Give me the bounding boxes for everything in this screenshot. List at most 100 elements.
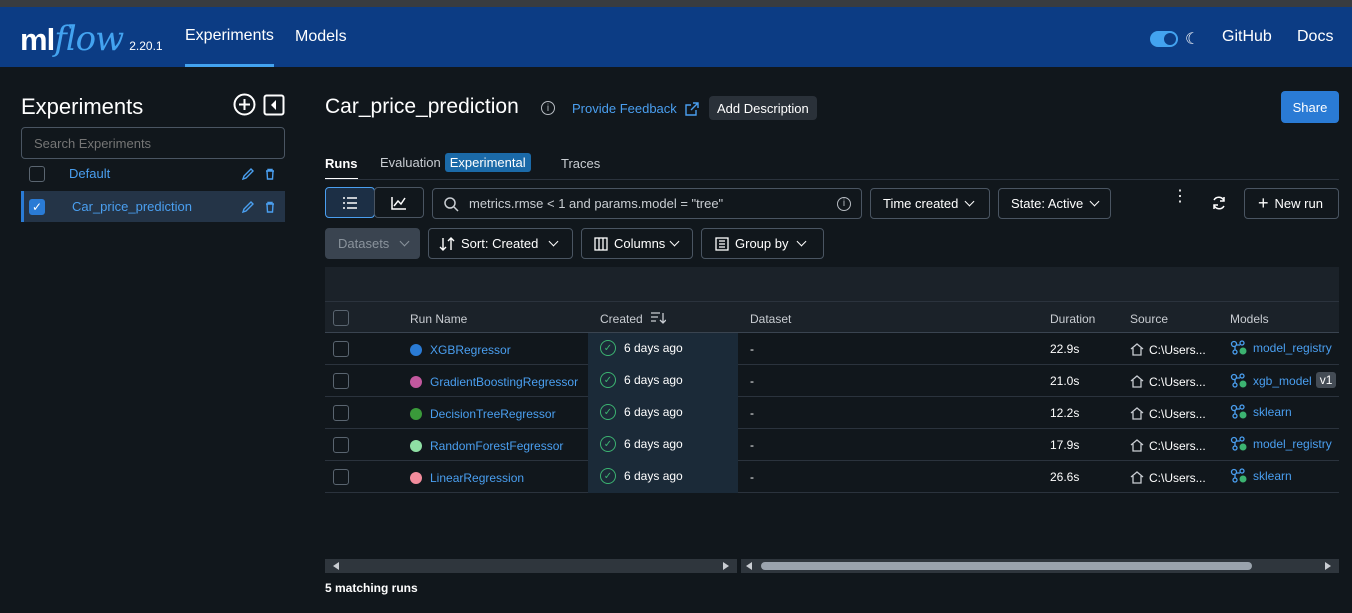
datasets-dropdown[interactable]: Datasets — [325, 228, 420, 259]
run-name-cell[interactable]: LinearRegression — [410, 470, 524, 485]
experiment-name[interactable]: Car_price_prediction — [72, 199, 241, 214]
row-checkbox[interactable] — [333, 437, 349, 453]
new-run-button[interactable]: + New run — [1244, 188, 1339, 219]
delete-trash-icon[interactable] — [263, 167, 277, 181]
table-row[interactable]: XGBRegressor ✓ 6 days ago - 22.9s C:\Users...… — [325, 333, 1339, 365]
scroll-left-arrow[interactable] — [746, 562, 752, 570]
sort-dropdown[interactable]: Sort: Created — [428, 228, 573, 259]
run-name-link[interactable]: DecisionTreeRegressor — [430, 407, 556, 421]
col-dataset[interactable]: Dataset — [750, 312, 791, 326]
table-view-button[interactable] — [325, 187, 375, 218]
model-link[interactable]: model_registry — [1253, 341, 1332, 355]
source-cell[interactable]: C:\Users... — [1130, 470, 1206, 485]
time-created-dropdown[interactable]: Time created — [870, 188, 990, 219]
feedback-label: Provide Feedback — [572, 101, 677, 116]
col-source[interactable]: Source — [1130, 312, 1168, 326]
run-search-input[interactable]: metrics.rmse < 1 and params.model = "tre… — [432, 188, 862, 219]
row-checkbox[interactable] — [333, 405, 349, 421]
state-dropdown[interactable]: State: Active — [998, 188, 1111, 219]
github-link[interactable]: GitHub — [1222, 7, 1272, 67]
col-created[interactable]: Created — [600, 312, 643, 326]
add-description-button[interactable]: Add Description — [709, 96, 817, 120]
info-icon[interactable]: i — [541, 101, 555, 115]
run-name-cell[interactable]: DecisionTreeRegressor — [410, 406, 556, 421]
models-cell[interactable]: xgb_model v1 — [1230, 372, 1337, 389]
group-by-icon — [715, 236, 729, 251]
run-name-link[interactable]: GradientBoostingRegressor — [430, 375, 578, 389]
delete-trash-icon[interactable] — [263, 200, 277, 214]
row-checkbox[interactable] — [333, 373, 349, 389]
table-row[interactable]: LinearRegression ✓ 6 days ago - 26.6s C:\User… — [325, 461, 1339, 493]
scroll-right-arrow[interactable] — [1325, 562, 1331, 570]
experiment-item-default[interactable]: Default — [21, 158, 285, 189]
mlflow-logo[interactable]: ml flow 2.20.1 — [20, 19, 163, 59]
table-row[interactable]: GradientBoostingRegressor ✓ 6 days ago - 21.… — [325, 365, 1339, 397]
source-cell[interactable]: C:\Users... — [1130, 438, 1206, 453]
models-cell[interactable]: model_registry — [1230, 340, 1332, 356]
model-link[interactable]: xgb_model — [1253, 374, 1312, 388]
add-experiment-icon[interactable] — [233, 93, 256, 116]
chevron-down-icon — [797, 236, 807, 247]
group-by-dropdown[interactable]: Group by — [701, 228, 824, 259]
run-name-cell[interactable]: GradientBoostingRegressor — [410, 374, 578, 389]
edit-pencil-icon[interactable] — [241, 167, 255, 181]
refresh-icon[interactable] — [1211, 195, 1227, 214]
models-cell[interactable]: sklearn — [1230, 468, 1292, 484]
run-name-link[interactable]: LinearRegression — [430, 471, 524, 485]
provide-feedback-link[interactable]: Provide Feedback — [572, 101, 699, 116]
model-link[interactable]: sklearn — [1253, 405, 1292, 419]
docs-link[interactable]: Docs — [1297, 7, 1333, 67]
run-name-cell[interactable]: RandomForestFegressor — [410, 438, 563, 453]
columns-dropdown[interactable]: Columns — [581, 228, 693, 259]
scroll-right-arrow[interactable] — [723, 562, 729, 570]
col-duration[interactable]: Duration — [1050, 312, 1095, 326]
model-link[interactable]: model_registry — [1253, 437, 1332, 451]
col-models[interactable]: Models — [1230, 312, 1269, 326]
search-experiments-input[interactable] — [21, 127, 285, 159]
model-link[interactable]: sklearn — [1253, 469, 1292, 483]
search-info-icon[interactable]: i — [837, 196, 851, 211]
chart-view-button[interactable] — [374, 187, 424, 218]
run-name-link[interactable]: XGBRegressor — [430, 343, 511, 357]
sort-desc-icon[interactable] — [650, 311, 666, 325]
run-name-link[interactable]: RandomForestFegressor — [430, 439, 563, 453]
nav-models[interactable]: Models — [295, 7, 347, 67]
experiment-checkbox[interactable]: ✓ — [29, 198, 45, 215]
tab-evaluation[interactable]: Evaluation Experimental — [380, 153, 531, 172]
model-icon — [1230, 340, 1247, 355]
chevron-down-icon — [669, 236, 680, 247]
chevron-down-icon — [964, 196, 975, 207]
source-cell[interactable]: C:\Users... — [1130, 342, 1206, 357]
columns-label: Columns — [614, 236, 666, 251]
table-row[interactable]: DecisionTreeRegressor ✓ 6 days ago - 12.2s C:… — [325, 397, 1339, 429]
nav-experiments[interactable]: Experiments — [185, 7, 274, 67]
model-icon — [1230, 436, 1247, 451]
select-all-checkbox[interactable] — [333, 310, 349, 326]
run-color-dot — [410, 375, 422, 388]
experiment-item-car-price-prediction[interactable]: ✓ Car_price_prediction — [21, 191, 285, 222]
scrollbar-thumb[interactable] — [761, 562, 1252, 570]
left-horizontal-scrollbar[interactable] — [325, 559, 737, 573]
plus-icon: + — [1258, 193, 1269, 213]
run-color-dot — [410, 471, 422, 484]
models-cell[interactable]: sklearn — [1230, 404, 1292, 420]
scroll-left-arrow[interactable] — [333, 562, 339, 570]
row-checkbox[interactable] — [333, 341, 349, 357]
more-options-icon[interactable]: ⋮ — [1172, 189, 1188, 205]
right-horizontal-scrollbar[interactable] — [741, 559, 1339, 573]
collapse-sidebar-icon[interactable] — [262, 93, 285, 116]
experiment-checkbox[interactable] — [29, 165, 45, 182]
dark-mode-toggle[interactable] — [1150, 31, 1178, 47]
table-row[interactable]: RandomForestFegressor ✓ 6 days ago - 17.9s C:… — [325, 429, 1339, 461]
tab-traces[interactable]: Traces — [561, 156, 600, 171]
edit-pencil-icon[interactable] — [241, 200, 255, 214]
row-checkbox[interactable] — [333, 469, 349, 485]
source-cell[interactable]: C:\Users... — [1130, 406, 1206, 421]
col-run-name[interactable]: Run Name — [410, 312, 467, 326]
share-button[interactable]: Share — [1281, 91, 1339, 123]
models-cell[interactable]: model_registry — [1230, 436, 1332, 452]
run-name-cell[interactable]: XGBRegressor — [410, 342, 511, 357]
tab-runs[interactable]: Runs — [325, 156, 358, 180]
source-cell[interactable]: C:\Users... — [1130, 374, 1206, 389]
experiment-name[interactable]: Default — [69, 166, 241, 181]
